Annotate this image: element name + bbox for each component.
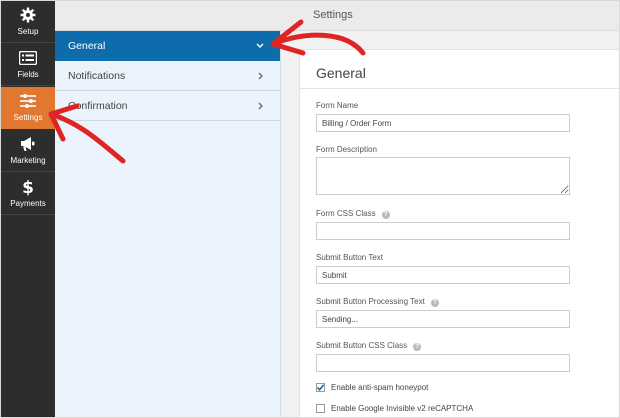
builder-sidebar: Setup Fields Settings Marketing $ Paymen…	[1, 1, 55, 417]
heading-divider	[300, 88, 619, 89]
rail-item-fields[interactable]: Fields	[1, 44, 55, 86]
chevron-right-icon	[255, 99, 265, 111]
recaptcha-label: Enable Google Invisible v2 reCAPTCHA	[331, 404, 474, 413]
chevron-down-icon	[255, 39, 265, 51]
general-settings-panel: General Form Name Form Description Form …	[299, 49, 619, 417]
svg-text:$: $	[22, 178, 34, 196]
help-icon[interactable]: ?	[381, 211, 390, 219]
checkmark-icon	[316, 384, 325, 392]
fields-list-icon	[1, 49, 55, 67]
form-css-class-input[interactable]	[316, 222, 570, 240]
submenu-item-confirmation[interactable]: Confirmation	[55, 91, 280, 121]
submit-processing-text-label: Submit Button Processing Text?	[316, 297, 439, 307]
rail-item-label: Payments	[10, 199, 46, 208]
page-title: Settings	[313, 9, 353, 21]
settings-submenu: General Notifications Confirmation	[55, 31, 281, 417]
form-css-class-label: Form CSS Class?	[316, 209, 390, 219]
help-icon[interactable]: ?	[430, 299, 439, 307]
submit-button-css-class-label: Submit Button CSS Class?	[316, 341, 422, 351]
rail-item-settings[interactable]: Settings	[1, 87, 55, 129]
submit-button-text-label: Submit Button Text	[316, 253, 383, 262]
sliders-icon	[1, 92, 55, 110]
rail-item-label: Marketing	[10, 156, 46, 165]
submit-button-text-input[interactable]	[316, 266, 570, 284]
builder-top-bar: Settings	[55, 1, 619, 31]
form-css-class-label-text: Form CSS Class	[316, 209, 376, 218]
submit-processing-text-label-text: Submit Button Processing Text	[316, 297, 425, 306]
help-icon[interactable]: ?	[413, 343, 422, 351]
submenu-item-label: Confirmation	[68, 100, 128, 112]
section-heading: General	[316, 65, 366, 81]
submenu-item-notifications[interactable]: Notifications	[55, 61, 280, 91]
form-name-label: Form Name	[316, 101, 359, 110]
rail-item-marketing[interactable]: Marketing	[1, 130, 55, 172]
submenu-item-label: General	[68, 40, 106, 52]
form-description-label: Form Description	[316, 145, 377, 154]
rail-item-label: Fields	[17, 70, 39, 79]
honeypot-checkbox[interactable]	[316, 383, 325, 392]
submit-button-css-class-input[interactable]	[316, 354, 570, 372]
submit-button-css-class-label-text: Submit Button CSS Class	[316, 341, 408, 350]
rail-item-payments[interactable]: $ Payments	[1, 173, 55, 215]
submenu-item-general[interactable]: General	[55, 31, 280, 61]
dollar-icon: $	[1, 178, 55, 196]
rail-item-label: Settings	[13, 113, 43, 122]
settings-content: General Form Name Form Description Form …	[281, 31, 619, 417]
recaptcha-checkbox[interactable]	[316, 404, 325, 413]
form-name-input[interactable]	[316, 114, 570, 132]
honeypot-label: Enable anti-spam honeypot	[331, 383, 429, 392]
megaphone-icon	[1, 135, 55, 153]
rail-item-setup[interactable]: Setup	[1, 1, 55, 43]
form-description-textarea[interactable]	[316, 157, 570, 195]
chevron-right-icon	[255, 69, 265, 81]
submenu-item-label: Notifications	[68, 70, 126, 82]
form-builder-window: Setup Fields Settings Marketing $ Paymen…	[0, 0, 620, 418]
gear-icon	[1, 6, 55, 24]
rail-item-label: Setup	[17, 27, 39, 36]
submit-processing-text-input[interactable]	[316, 310, 570, 328]
